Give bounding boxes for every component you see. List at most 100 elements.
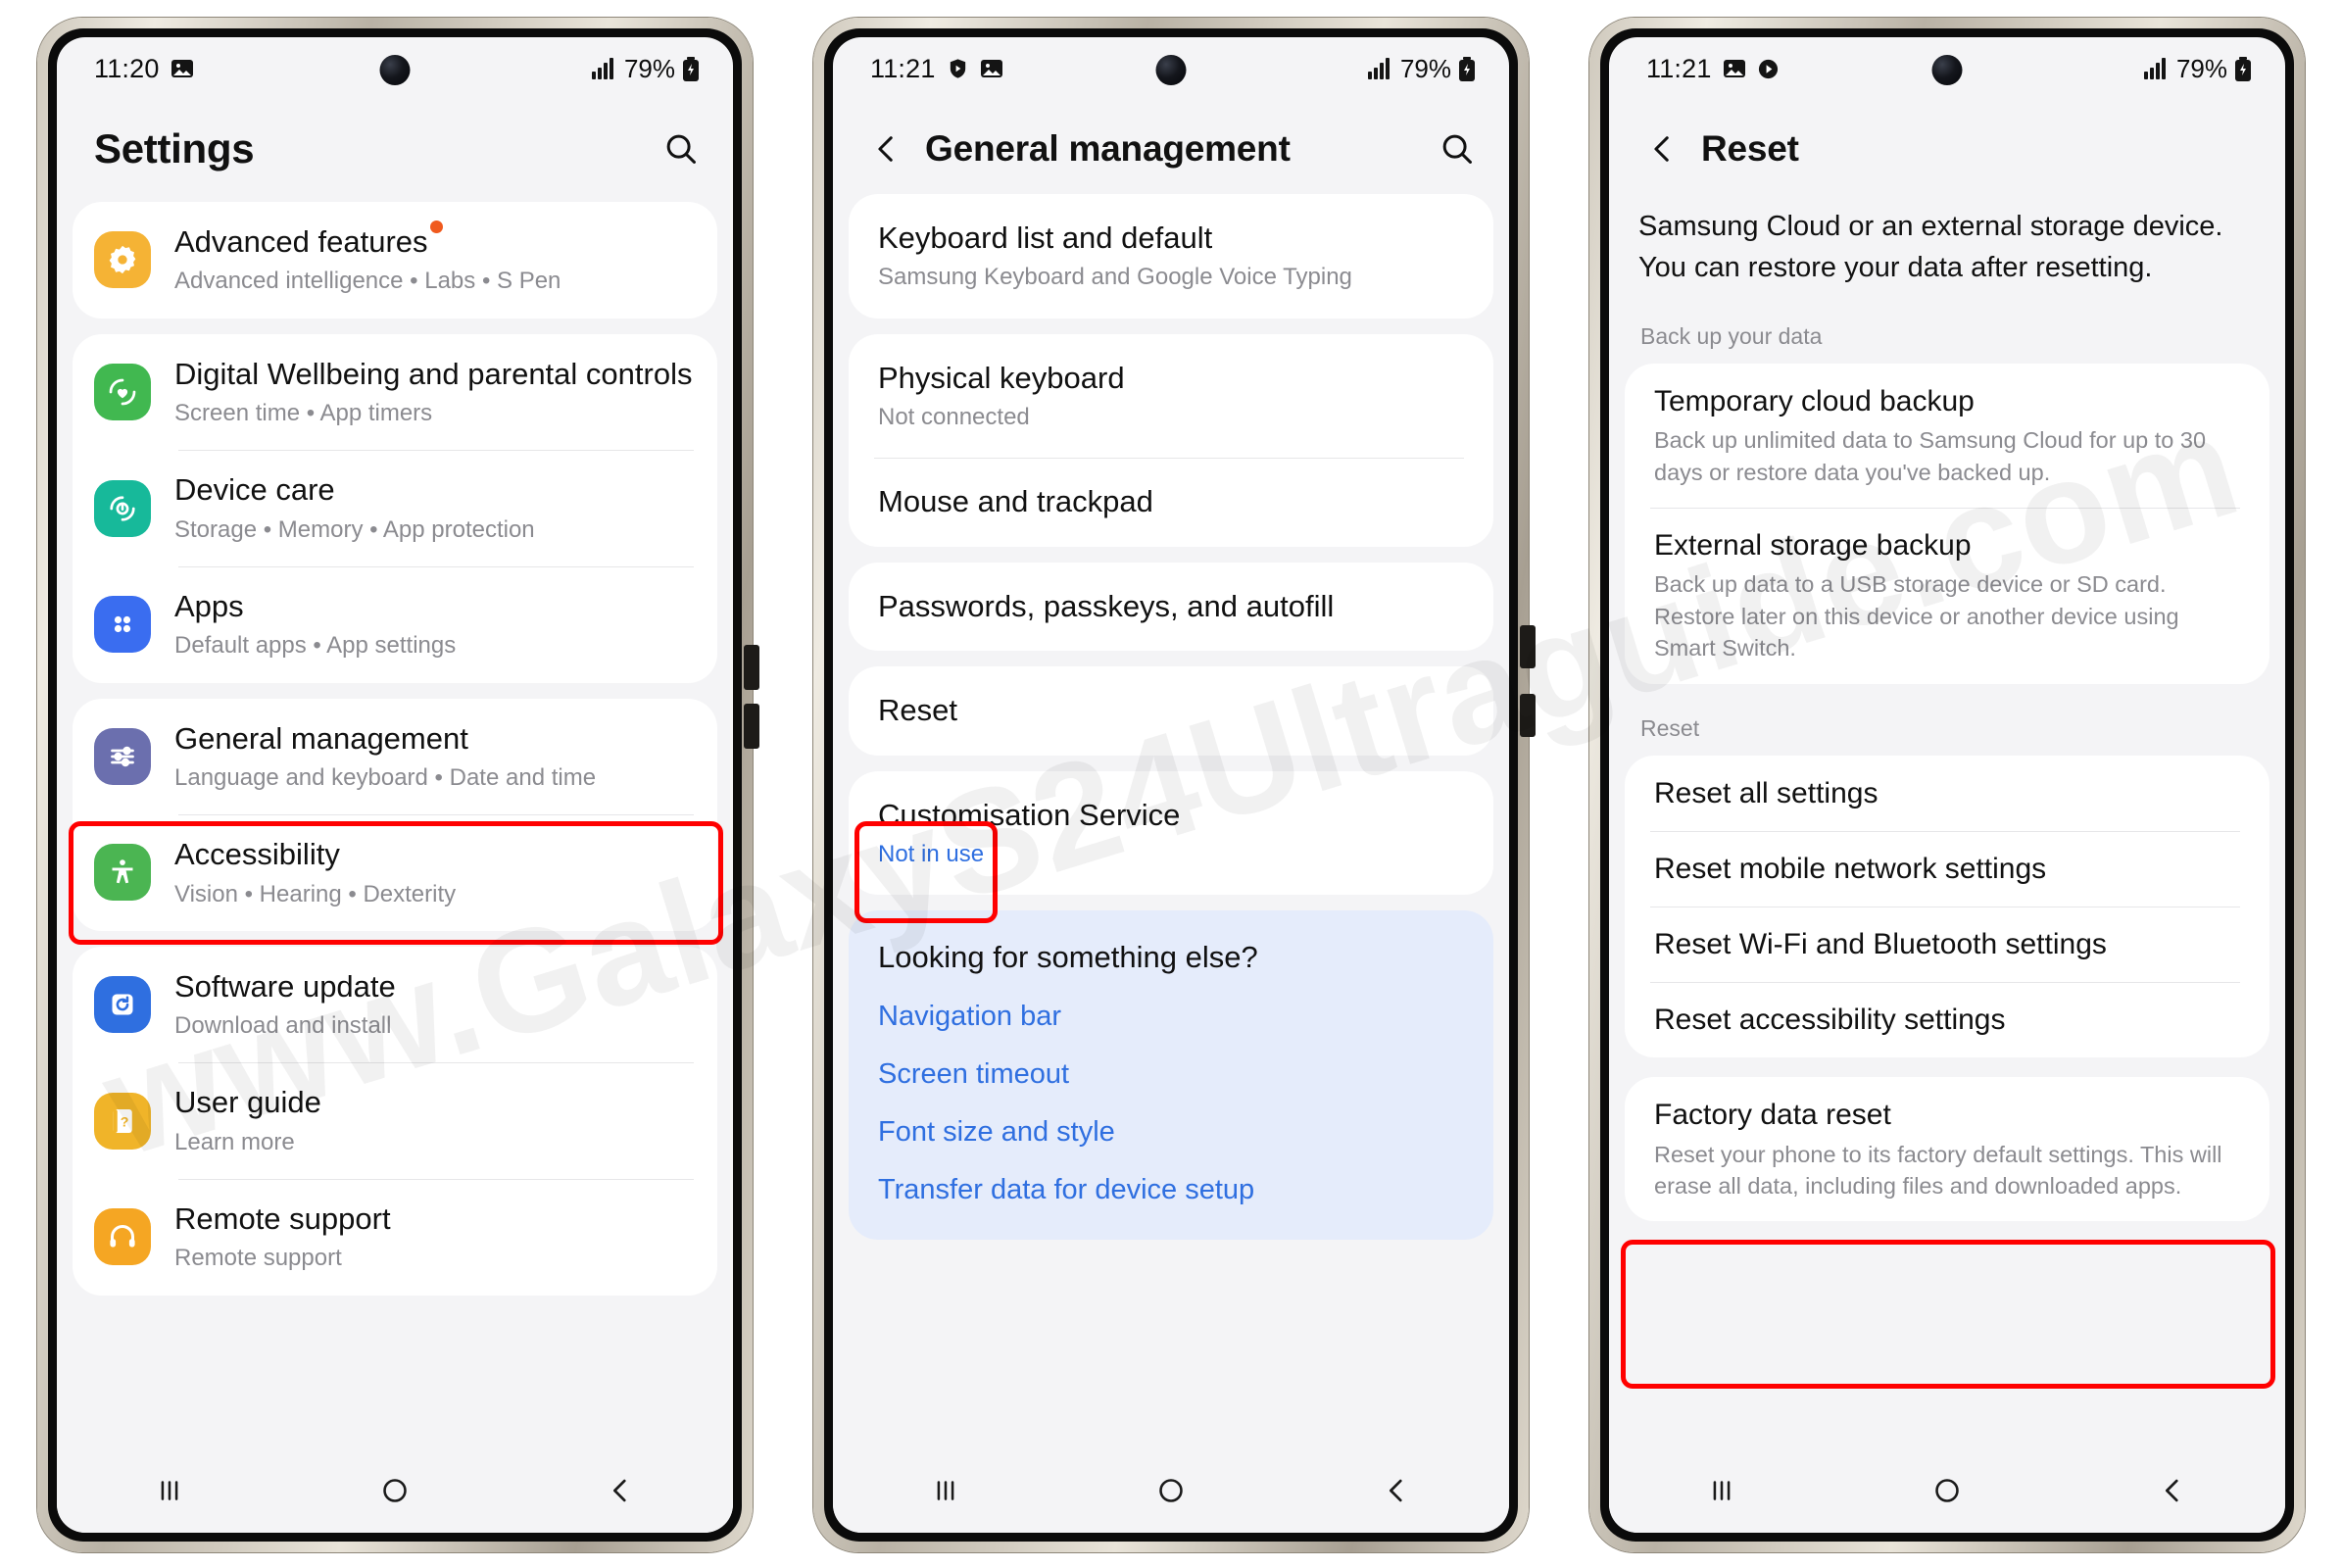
reset-group: Reset all settings Reset mobile network … [1609, 755, 2285, 1058]
phone-device-settings: 11:20 79% Settings Advanced features Adv… [37, 18, 759, 1552]
reset-intro-text: Samsung Cloud or an external storage dev… [1638, 211, 2223, 284]
row-subtitle: Back up unlimited data to Samsung Cloud … [1654, 427, 2207, 485]
status-time: 11:20 [94, 53, 160, 83]
home-icon[interactable] [372, 1468, 417, 1513]
play-icon [1757, 58, 1780, 80]
settings-group: Advanced features Advanced intelligence … [73, 202, 717, 318]
row-customisation-service[interactable]: Customisation Service Not in use [849, 771, 1493, 896]
row-reset-accessibility-settings[interactable]: Reset accessibility settings [1625, 982, 2269, 1057]
settings-row-accessibility[interactable]: Accessibility Vision • Hearing • Dexteri… [73, 814, 717, 931]
row-title: General management [174, 720, 468, 756]
signal-bars-icon [2143, 58, 2170, 79]
settings-row-apps[interactable]: Apps Default apps • App settings [73, 565, 717, 683]
row-keyboard-list-and-default[interactable]: Keyboard list and default Samsung Keyboa… [849, 194, 1493, 318]
row-external-storage-backup[interactable]: External storage backup Back up data to … [1625, 508, 2269, 683]
recents-icon[interactable] [1699, 1468, 1744, 1513]
settings-group: Reset all settings Reset mobile network … [1625, 755, 2269, 1058]
row-title: Software update [174, 968, 396, 1004]
reset-header: Reset [1609, 100, 2285, 202]
row-reset-all-settings[interactable]: Reset all settings [1625, 756, 2269, 831]
general-management-list: Keyboard list and default Samsung Keyboa… [833, 194, 1509, 896]
back-icon[interactable] [1374, 1468, 1419, 1513]
row-reset-wifi-bluetooth-settings[interactable]: Reset Wi-Fi and Bluetooth settings [1625, 906, 2269, 982]
link-transfer-data-for-device-setup[interactable]: Transfer data for device setup [878, 1174, 1464, 1206]
battery-charging-icon [1458, 56, 1476, 81]
user-guide-icon: ? [94, 1092, 151, 1150]
back-chevron-icon[interactable] [870, 132, 903, 166]
row-texts: Reset all settings [1654, 775, 1878, 811]
settings-group: Temporary cloud backup Back up unlimited… [1625, 364, 2269, 684]
row-title: Customisation Service [878, 797, 1181, 832]
settings-row-software-update[interactable]: Software update Download and install [73, 947, 717, 1063]
settings-group: Keyboard list and default Samsung Keyboa… [849, 194, 1493, 318]
page-title: General management [925, 128, 1291, 169]
row-texts: General management Language and keyboard… [174, 720, 596, 794]
row-texts: Digital Wellbeing and parental controls … [174, 356, 692, 429]
section-label-backup: Back up your data [1640, 323, 1823, 350]
row-texts: Reset [878, 692, 957, 729]
settings-group: Software update Download and install ? U… [73, 946, 717, 1296]
row-title: Reset accessibility settings [1654, 1004, 2006, 1037]
settings-list: Advanced features Advanced intelligence … [57, 202, 733, 1296]
row-factory-data-reset[interactable]: Factory data reset Reset your phone to i… [1625, 1077, 2269, 1221]
navigation-bar [1609, 1448, 2285, 1533]
settings-row-advanced-features[interactable]: Advanced features Advanced intelligence … [73, 202, 717, 318]
gallery-icon [1723, 57, 1746, 80]
row-subtitle: Advanced intelligence • Labs • S Pen [174, 268, 561, 295]
row-texts: Reset accessibility settings [1654, 1002, 2005, 1038]
settings-row-device-care[interactable]: Device care Storage • Memory • App prote… [73, 450, 717, 566]
row-subtitle: Download and install [174, 1012, 392, 1040]
settings-row-general-management[interactable]: General management Language and keyboard… [73, 699, 717, 815]
link-font-size-and-style[interactable]: Font size and style [878, 1116, 1464, 1149]
signal-bars-icon [591, 58, 617, 79]
signal-bars-icon [1367, 58, 1393, 79]
phone-screen-reset: 11:21 79% Reset Samsung Cloud or an exte… [1609, 37, 2285, 1533]
front-camera [1155, 55, 1187, 85]
row-title: Reset mobile network settings [1654, 852, 2047, 885]
row-texts: Reset Wi-Fi and Bluetooth settings [1654, 926, 2107, 962]
remote-support-icon [94, 1208, 151, 1266]
row-texts: Mouse and trackpad [878, 483, 1153, 520]
search-icon[interactable] [1439, 130, 1476, 168]
highlight-box-factory-data-reset [1621, 1240, 2275, 1389]
volume-button[interactable] [1520, 625, 1536, 668]
row-physical-keyboard[interactable]: Physical keyboard Not connected [849, 334, 1493, 459]
gallery-icon [171, 57, 194, 80]
power-button[interactable] [1520, 694, 1536, 737]
home-icon[interactable] [1925, 1468, 1970, 1513]
row-reset[interactable]: Reset [849, 666, 1493, 755]
link-navigation-bar[interactable]: Navigation bar [878, 1001, 1464, 1033]
phone-device-general-management: 11:21 79% General management Keyboard li… [813, 18, 1536, 1552]
recents-icon[interactable] [923, 1468, 968, 1513]
row-texts: Physical keyboard Not connected [878, 360, 1125, 433]
row-mouse-and-trackpad[interactable]: Mouse and trackpad [849, 458, 1493, 546]
recents-icon[interactable] [147, 1468, 192, 1513]
settings-row-user-guide[interactable]: ? User guide Learn more [73, 1062, 717, 1179]
status-time: 11:21 [1646, 53, 1712, 83]
battery-percent: 79% [1399, 53, 1451, 83]
link-screen-timeout[interactable]: Screen timeout [878, 1058, 1464, 1091]
volume-button[interactable] [744, 645, 759, 690]
home-icon[interactable] [1148, 1468, 1194, 1513]
row-passwords-passkeys-autofill[interactable]: Passwords, passkeys, and autofill [849, 563, 1493, 651]
front-camera [379, 55, 411, 85]
back-chevron-icon[interactable] [1646, 132, 1680, 166]
settings-group: Reset [849, 666, 1493, 756]
row-title: Physical keyboard [878, 360, 1125, 395]
settings-row-digital-wellbeing[interactable]: Digital Wellbeing and parental controls … [73, 334, 717, 451]
row-title: Temporary cloud backup [1654, 385, 1975, 418]
settings-group: Physical keyboard Not connected Mouse an… [849, 333, 1493, 547]
back-icon[interactable] [598, 1468, 643, 1513]
navigation-bar [833, 1448, 1509, 1533]
search-icon[interactable] [662, 130, 700, 168]
settings-row-remote-support[interactable]: Remote support Remote support [73, 1179, 717, 1296]
device-care-icon [94, 479, 151, 537]
row-reset-mobile-network-settings[interactable]: Reset mobile network settings [1625, 830, 2269, 906]
looking-for-something-else-card: Looking for something else? Navigation b… [849, 910, 1493, 1241]
power-button[interactable] [744, 704, 759, 749]
back-icon[interactable] [2150, 1468, 2195, 1513]
row-texts: Advanced features Advanced intelligence … [174, 220, 561, 297]
row-title: Digital Wellbeing and parental controls [174, 356, 693, 391]
general-management-header: General management [833, 100, 1509, 202]
row-temporary-cloud-backup[interactable]: Temporary cloud backup Back up unlimited… [1625, 364, 2269, 508]
